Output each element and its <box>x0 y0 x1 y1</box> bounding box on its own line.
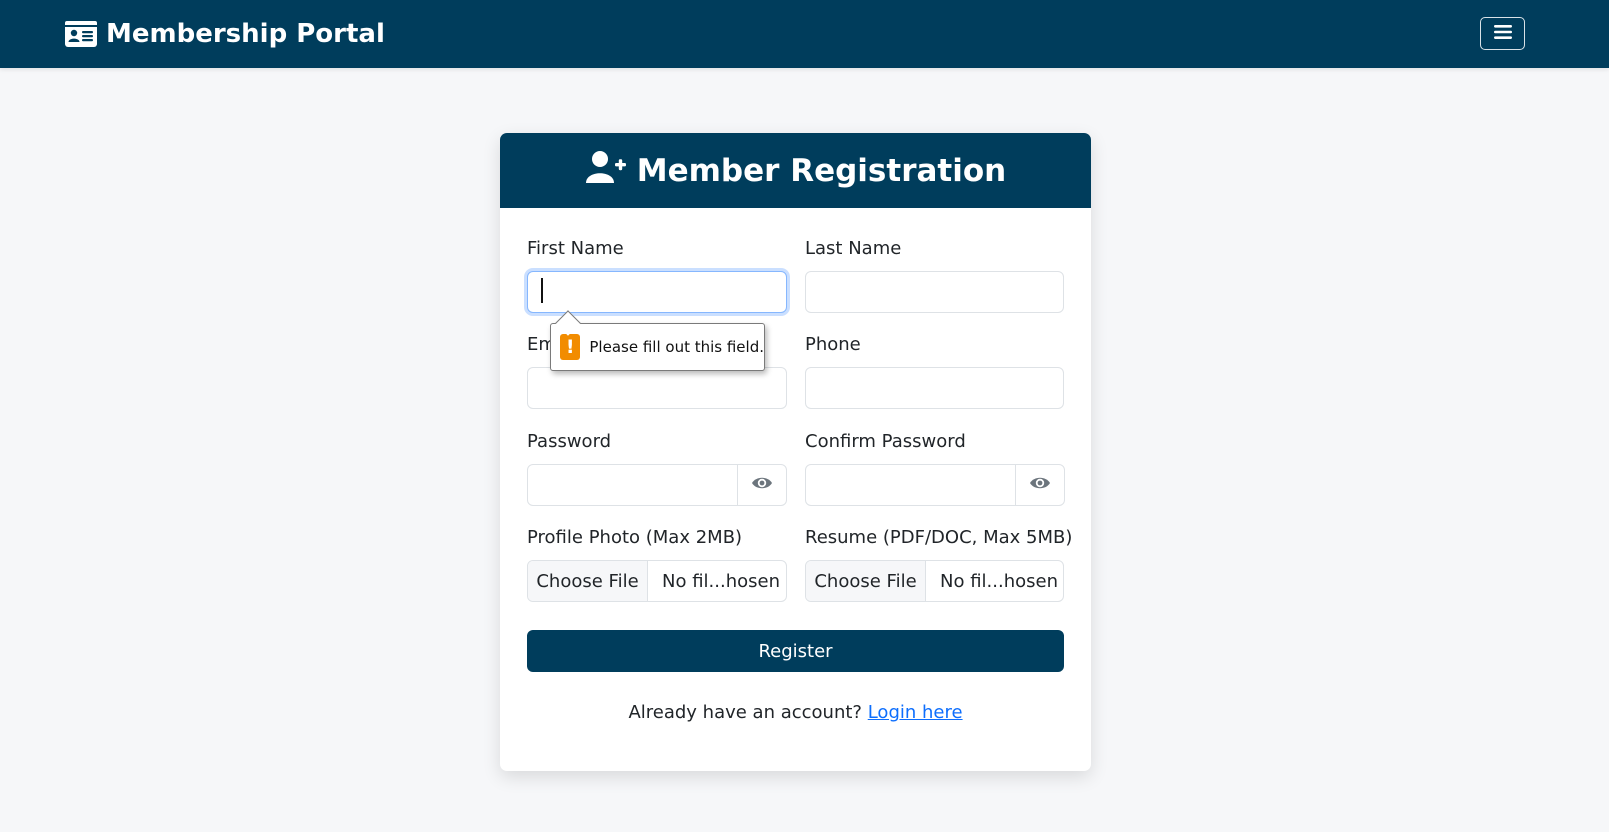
validation-tooltip: ! Please fill out this field. <box>550 323 765 371</box>
navbar: Membership Portal <box>0 0 1609 68</box>
phone-label: Phone <box>805 334 861 355</box>
last-name-label: Last Name <box>805 238 902 259</box>
last-name-input[interactable] <box>805 271 1064 313</box>
first-name-label: First Name <box>527 238 624 259</box>
registration-card: Member Registration <box>500 133 1091 771</box>
eye-icon <box>1029 475 1051 495</box>
card-title: Member Registration <box>636 152 1007 189</box>
login-prompt: Already have an account? Login here <box>527 702 1064 723</box>
warning-icon: ! <box>560 334 581 360</box>
resume-choose-file-button[interactable]: Choose File <box>806 561 926 601</box>
login-prompt-text: Already have an account? <box>628 702 862 723</box>
card-header: Member Registration <box>500 133 1091 208</box>
resume-file-input[interactable]: Choose File No fil...hosen <box>805 560 1064 602</box>
brand-title: Membership Portal <box>106 19 385 49</box>
profile-photo-label: Profile Photo (Max 2MB) <box>527 527 743 548</box>
user-plus-icon <box>585 150 627 192</box>
hamburger-menu-icon <box>1493 24 1512 44</box>
first-name-input[interactable] <box>527 271 787 313</box>
phone-input[interactable] <box>805 367 1064 409</box>
resume-file-name: No fil...hosen <box>940 570 1058 592</box>
password-visibility-toggle[interactable] <box>737 464 787 506</box>
confirm-password-visibility-toggle[interactable] <box>1015 464 1065 506</box>
profile-photo-file-input[interactable]: Choose File No fil...hosen <box>527 560 787 602</box>
password-input[interactable] <box>527 464 738 506</box>
navbar-toggler-button[interactable] <box>1480 17 1525 50</box>
password-label: Password <box>527 431 612 452</box>
text-caret <box>541 278 543 303</box>
confirm-password-input[interactable] <box>805 464 1016 506</box>
brand-link[interactable]: Membership Portal <box>65 16 385 52</box>
eye-icon <box>751 475 773 495</box>
id-card-icon <box>65 21 97 47</box>
confirm-password-label: Confirm Password <box>805 431 966 452</box>
profile-photo-file-name: No fil...hosen <box>662 570 780 592</box>
register-button[interactable]: Register <box>527 630 1064 672</box>
profile-photo-choose-file-button[interactable]: Choose File <box>528 561 648 601</box>
email-input[interactable] <box>527 367 787 409</box>
login-link[interactable]: Login here <box>868 702 963 723</box>
resume-label: Resume (PDF/DOC, Max 5MB) <box>805 527 1073 548</box>
validation-message: Please fill out this field. <box>589 338 764 356</box>
